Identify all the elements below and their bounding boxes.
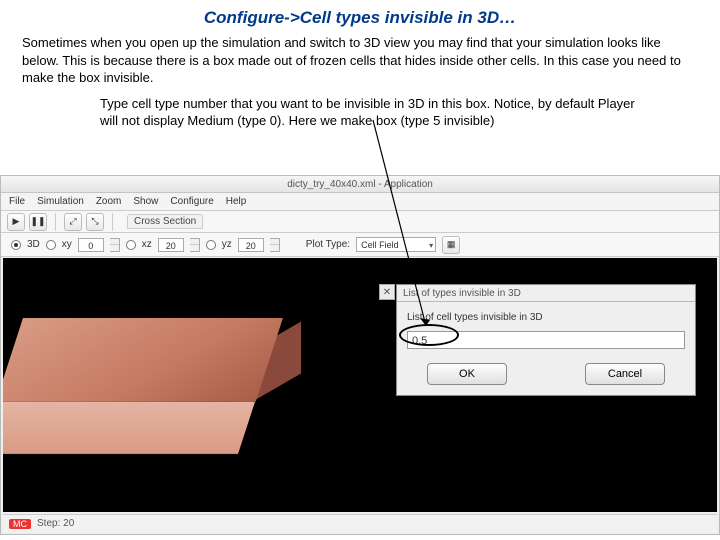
zoom-out-button[interactable]: ⤡: [86, 213, 104, 231]
intro-paragraph: Sometimes when you open up the simulatio…: [0, 34, 720, 95]
menu-configure[interactable]: Configure: [170, 196, 213, 207]
app-titlebar: dicty_try_40x40.xml - Application: [1, 176, 719, 193]
xz-spinner[interactable]: [190, 238, 200, 252]
xy-spinner[interactable]: [110, 238, 120, 252]
menu-show[interactable]: Show: [133, 196, 158, 207]
zoom-in-button[interactable]: ⤢: [64, 213, 82, 231]
app-window: dicty_try_40x40.xml - Application File S…: [0, 175, 720, 535]
label-xz: xz: [142, 239, 152, 250]
menu-help[interactable]: Help: [226, 196, 247, 207]
close-icon[interactable]: ✕: [379, 284, 395, 300]
cancel-button[interactable]: Cancel: [585, 363, 665, 385]
ok-button[interactable]: OK: [427, 363, 507, 385]
menubar: File Simulation Zoom Show Configure Help: [1, 193, 719, 211]
plot-type-combo[interactable]: Cell Field: [356, 237, 436, 252]
rendered-box: [23, 318, 293, 468]
play-button[interactable]: ▶: [7, 213, 25, 231]
xy-value[interactable]: 0: [78, 238, 104, 252]
status-text: Step: 20: [37, 518, 74, 529]
invisible-types-input[interactable]: 0,5: [407, 331, 685, 349]
radio-xz[interactable]: [126, 240, 136, 250]
toolbar-divider: [55, 213, 56, 231]
statusbar: MC Step: 20: [3, 514, 717, 532]
palette-button[interactable]: ▦: [442, 236, 460, 254]
radio-3d[interactable]: [11, 240, 21, 250]
radio-yz[interactable]: [206, 240, 216, 250]
dialog-title-text: List of types invisible in 3D: [403, 288, 521, 299]
cross-section-label: Cross Section: [127, 214, 203, 229]
plot-type-label: Plot Type:: [306, 239, 350, 250]
toolbar-divider: [112, 213, 113, 231]
invisible-types-dialog: ✕ List of types invisible in 3D List of …: [396, 284, 696, 396]
menu-simulation[interactable]: Simulation: [37, 196, 84, 207]
projection-row: 3D xy 0 xz 20 yz 20 Plot Type: Cell Fiel…: [1, 233, 719, 257]
menu-zoom[interactable]: Zoom: [96, 196, 122, 207]
dialog-titlebar: ✕ List of types invisible in 3D: [397, 285, 695, 302]
page-title: Configure->Cell types invisible in 3D…: [0, 0, 720, 34]
pause-button[interactable]: ❚❚: [29, 213, 47, 231]
toolbar: ▶ ❚❚ ⤢ ⤡ Cross Section: [1, 211, 719, 233]
dialog-label: List of cell types invisible in 3D: [407, 312, 685, 323]
yz-value[interactable]: 20: [238, 238, 264, 252]
mc-badge: MC: [9, 519, 31, 529]
label-xy: xy: [62, 239, 72, 250]
menu-file[interactable]: File: [9, 196, 25, 207]
screenshot-region: dicty_try_40x40.xml - Application File S…: [0, 175, 720, 535]
instruction-paragraph: Type cell type number that you want to b…: [0, 95, 720, 134]
yz-spinner[interactable]: [270, 238, 280, 252]
label-yz: yz: [222, 239, 232, 250]
xz-value[interactable]: 20: [158, 238, 184, 252]
radio-xy[interactable]: [46, 240, 56, 250]
label-3d: 3D: [27, 239, 40, 250]
